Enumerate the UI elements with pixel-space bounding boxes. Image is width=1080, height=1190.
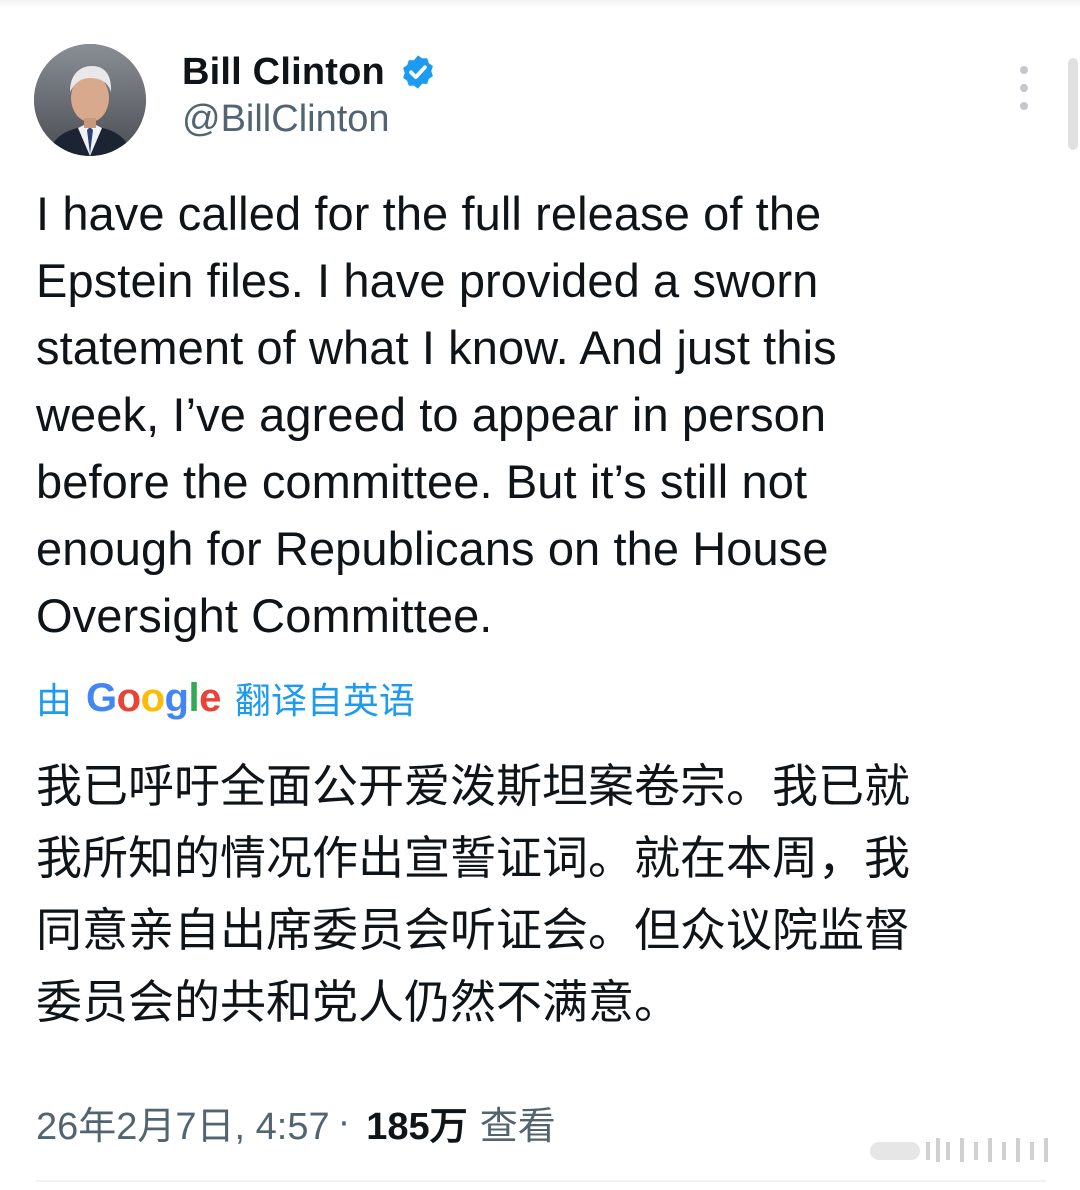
translation-suffix: 翻译自英语 (234, 680, 415, 721)
tweet-text: I have called for the full release of th… (36, 187, 837, 642)
more-dot (1020, 66, 1028, 74)
more-options-icon[interactable] (1006, 66, 1042, 110)
tweet-meta: 26年2月7日, 4:57 · 185万 查看 (36, 1094, 556, 1150)
verified-badge-icon (399, 53, 437, 91)
author-handle[interactable]: @BillClinton (182, 98, 390, 141)
views-label: 查看 (479, 1105, 556, 1148)
translation-attribution[interactable]: 由 Google 翻译自英语 (36, 672, 415, 724)
avatar[interactable] (34, 44, 146, 156)
watermark-mark (870, 1136, 1056, 1166)
views-count: 185万 (366, 1105, 468, 1148)
author-name-row[interactable]: Bill Clinton (182, 48, 437, 96)
scrollbar[interactable] (1068, 58, 1078, 150)
author-display-name[interactable]: Bill Clinton (182, 51, 385, 94)
meta-separator: · (337, 1100, 351, 1143)
tweet-timestamp[interactable]: 26年2月7日, 4:57 (36, 1095, 330, 1150)
translation-prefix: 由 (36, 680, 73, 721)
top-edge (0, 0, 1080, 8)
google-logo: Google (86, 675, 221, 720)
bottom-divider (36, 1180, 1046, 1182)
more-dot (1020, 102, 1028, 110)
tweet-page: Bill Clinton @BillClinton I have called … (0, 0, 1080, 1190)
translated-text: 我已呼吁全面公开爱泼斯坦案卷宗。我已就 我所知的情况作出宣誓证词。就在本周，我 … (36, 759, 910, 1029)
more-dot (1020, 84, 1028, 92)
